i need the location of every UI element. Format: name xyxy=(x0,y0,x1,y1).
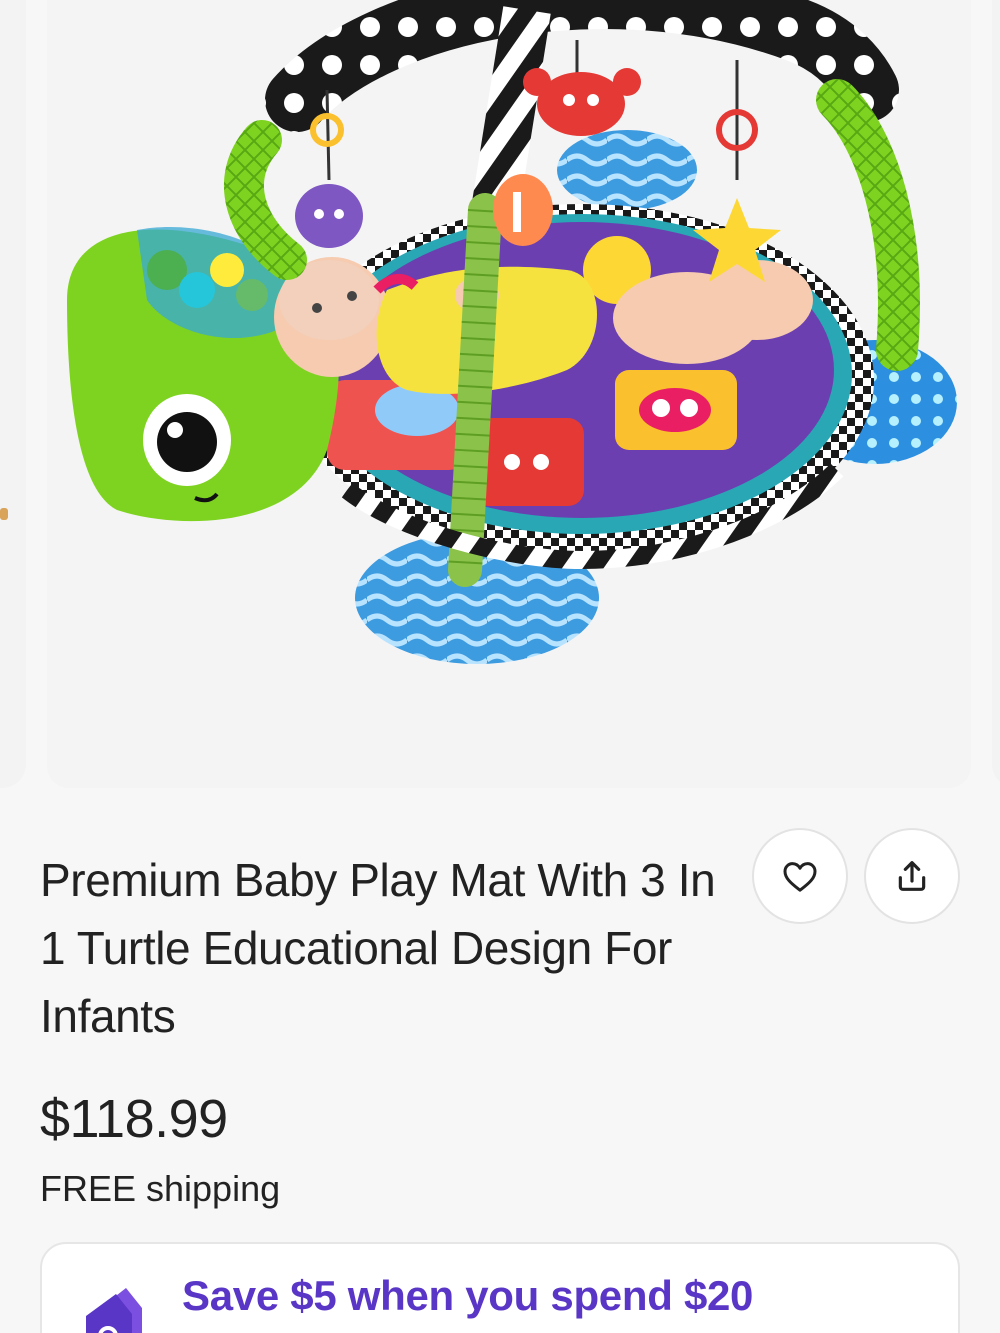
previous-image-peek[interactable] xyxy=(0,0,26,788)
product-image[interactable] xyxy=(47,0,971,788)
price-tag-icon xyxy=(86,1288,142,1333)
next-image-peek[interactable] xyxy=(992,0,1000,788)
image-carousel[interactable] xyxy=(0,0,1000,800)
previous-image-fragment xyxy=(0,508,8,520)
favorite-button[interactable] xyxy=(752,828,848,924)
listing-title: Premium Baby Play Mat With 3 In 1 Turtle… xyxy=(40,854,716,1042)
promo-card[interactable]: Save $5 when you spend $20 xyxy=(40,1242,960,1333)
listing-page: Premium Baby Play Mat With 3 In 1 Turtle… xyxy=(0,0,1000,1333)
listing-price: $118.99 xyxy=(40,1089,228,1149)
promo-text: Save $5 when you spend $20 xyxy=(182,1272,754,1319)
shipping-info: FREE shipping xyxy=(40,1168,281,1209)
share-icon xyxy=(898,861,926,891)
heart-icon xyxy=(783,862,817,892)
share-button[interactable] xyxy=(864,828,960,924)
